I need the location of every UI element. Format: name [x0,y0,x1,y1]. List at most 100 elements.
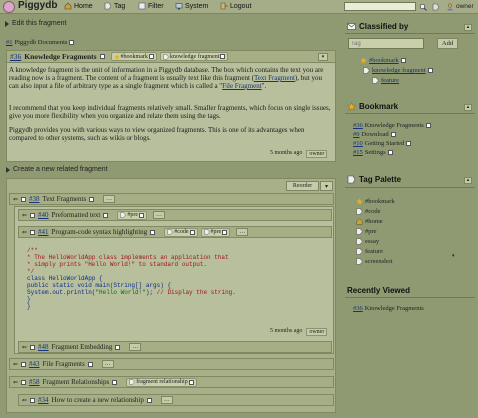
collapse-icon[interactable]: ⇐ [22,212,27,219]
classified-item-checkbox[interactable] [400,58,406,63]
collapse-icon[interactable]: ⇐ [22,397,27,404]
row-menu-button[interactable]: … [236,228,249,236]
tag-remove-checkbox[interactable] [188,379,194,385]
tag-chip-pre[interactable]: #pre [200,227,231,237]
tag-remove-checkbox[interactable] [139,212,144,218]
row-select-checkbox[interactable] [103,212,109,218]
tag-chip-pre[interactable]: #pre [117,210,147,220]
related-id[interactable]: #58 [29,378,40,386]
palette-item[interactable]: screenshot [356,257,395,266]
bookmark-checkbox[interactable] [387,150,393,155]
classified-item-label[interactable]: #bookmark [369,57,399,64]
collapse-icon[interactable]: ⇐ [22,344,27,351]
bookmark-item[interactable]: #10 Getting Started [353,139,431,148]
bookmark-id[interactable]: #15 [353,149,363,156]
row-menu-button[interactable]: … [103,195,116,203]
row-checkbox[interactable] [21,196,27,202]
breadcrumb-title[interactable]: Piggydb Documents [15,39,68,46]
tag-remove-checkbox[interactable] [189,229,195,235]
recent-id[interactable]: #36 [353,305,363,312]
classified-item-checkbox[interactable] [427,68,433,73]
row-menu-button[interactable]: … [129,343,142,351]
tag-chip-fragment-relationship[interactable]: fragment relationship [126,377,197,387]
row-menu-button[interactable]: … [160,396,173,404]
nav-filter[interactable]: Filter [138,2,164,10]
palette-item[interactable]: #bookmark [356,197,395,206]
bookmark-collapse-button[interactable]: ▴ [464,104,472,111]
file-fragment-link[interactable]: File Fragment [222,82,261,90]
related-id[interactable]: #41 [38,228,49,236]
row-checkbox[interactable] [21,379,27,385]
tag-chip-code[interactable]: #code [164,227,198,237]
row-select-checkbox[interactable] [150,229,156,235]
classified-item[interactable]: feature [372,77,399,84]
reorder-menu-button[interactable]: ▾ [320,181,333,191]
tag-remove-checkbox[interactable] [220,54,226,59]
related-id[interactable]: #40 [38,211,49,219]
row-checkbox[interactable] [21,361,27,367]
breadcrumb-id[interactable]: #1 [6,39,13,46]
row-select-checkbox[interactable] [115,344,121,350]
tag-chip-knowledge-fragment[interactable]: knowledge fragment [159,52,229,61]
row-checkbox[interactable] [30,229,36,235]
palette-collapse-button[interactable]: ▴ [464,177,472,184]
related-id[interactable]: #34 [38,396,49,404]
palette-item[interactable]: #code [356,207,395,216]
classified-item[interactable]: #bookmark [360,57,406,64]
recent-item[interactable]: #36 Knowledge Fragments [353,304,424,313]
create-related-toggle[interactable]: Create a new related fragment [6,166,108,173]
search-input[interactable] [344,2,416,11]
tag-remove-checkbox[interactable] [148,54,154,59]
palette-item[interactable]: #pre [356,227,395,236]
nav-tag[interactable]: Tag [104,2,125,10]
edit-fragment-toggle[interactable]: Edit this fragment [5,20,66,27]
collapse-icon[interactable]: ⇐ [13,361,18,368]
bookmark-checkbox[interactable] [425,123,431,128]
row-select-checkbox[interactable] [112,379,118,385]
text-fragment-link[interactable]: Text Fragment [254,74,295,82]
related-id[interactable]: #43 [29,360,40,368]
fragment-id[interactable]: #36 [10,52,21,61]
row-menu-button[interactable]: … [153,211,165,219]
row-select-checkbox[interactable] [89,196,95,202]
palette-item[interactable]: essay [356,237,395,246]
palette-expand-icon[interactable]: ▾ [452,253,455,259]
collapse-icon[interactable]: ⇐ [13,196,18,203]
row-checkbox[interactable] [30,397,36,403]
palette-item[interactable]: #home [356,217,395,226]
palette-item[interactable]: feature [356,247,395,256]
related-id[interactable]: #48 [38,343,49,351]
row-menu-button[interactable]: … [101,360,114,368]
bookmark-item[interactable]: #15 Settings [353,148,431,157]
row-checkbox[interactable] [30,344,36,350]
bookmark-checkbox[interactable] [406,141,412,146]
search-icon[interactable] [419,3,427,11]
tag-remove-checkbox[interactable] [222,229,228,235]
bookmark-id[interactable]: #36 [353,122,363,129]
bookmark-id[interactable]: #10 [353,140,363,147]
classified-item-label[interactable]: knowledge fragment [372,67,426,74]
add-tag-button[interactable]: Add [437,38,458,49]
collapse-icon[interactable]: ⇐ [22,229,27,236]
breadcrumb-checkbox[interactable] [69,40,75,45]
classified-item-label[interactable]: feature [381,77,399,84]
collapse-icon[interactable]: ⇐ [13,379,18,386]
classified-item[interactable]: knowledge fragment [363,67,433,74]
nav-home[interactable]: Home [64,2,93,10]
tag-search-icon[interactable] [432,3,440,11]
row-select-checkbox[interactable] [146,397,152,403]
nav-logout[interactable]: Logout [220,2,251,10]
bookmark-id[interactable]: #9 [353,131,360,138]
row-checkbox[interactable] [30,212,36,218]
fragment-menu-button[interactable]: ▾ [318,53,328,61]
bookmark-checkbox[interactable] [390,132,396,137]
row-select-checkbox[interactable] [87,361,93,367]
reorder-button[interactable]: Reorder [286,181,319,191]
bookmark-item[interactable]: #9 Download [353,130,431,139]
classified-collapse-button[interactable]: ▴ [464,24,472,31]
bookmark-item[interactable]: #36 Knowledge Fragments [353,121,431,130]
tag-input[interactable] [348,38,424,49]
tag-chip-bookmark[interactable]: #bookmark [110,52,157,61]
related-id[interactable]: #38 [29,195,40,203]
fragment-checkbox[interactable] [99,54,105,59]
